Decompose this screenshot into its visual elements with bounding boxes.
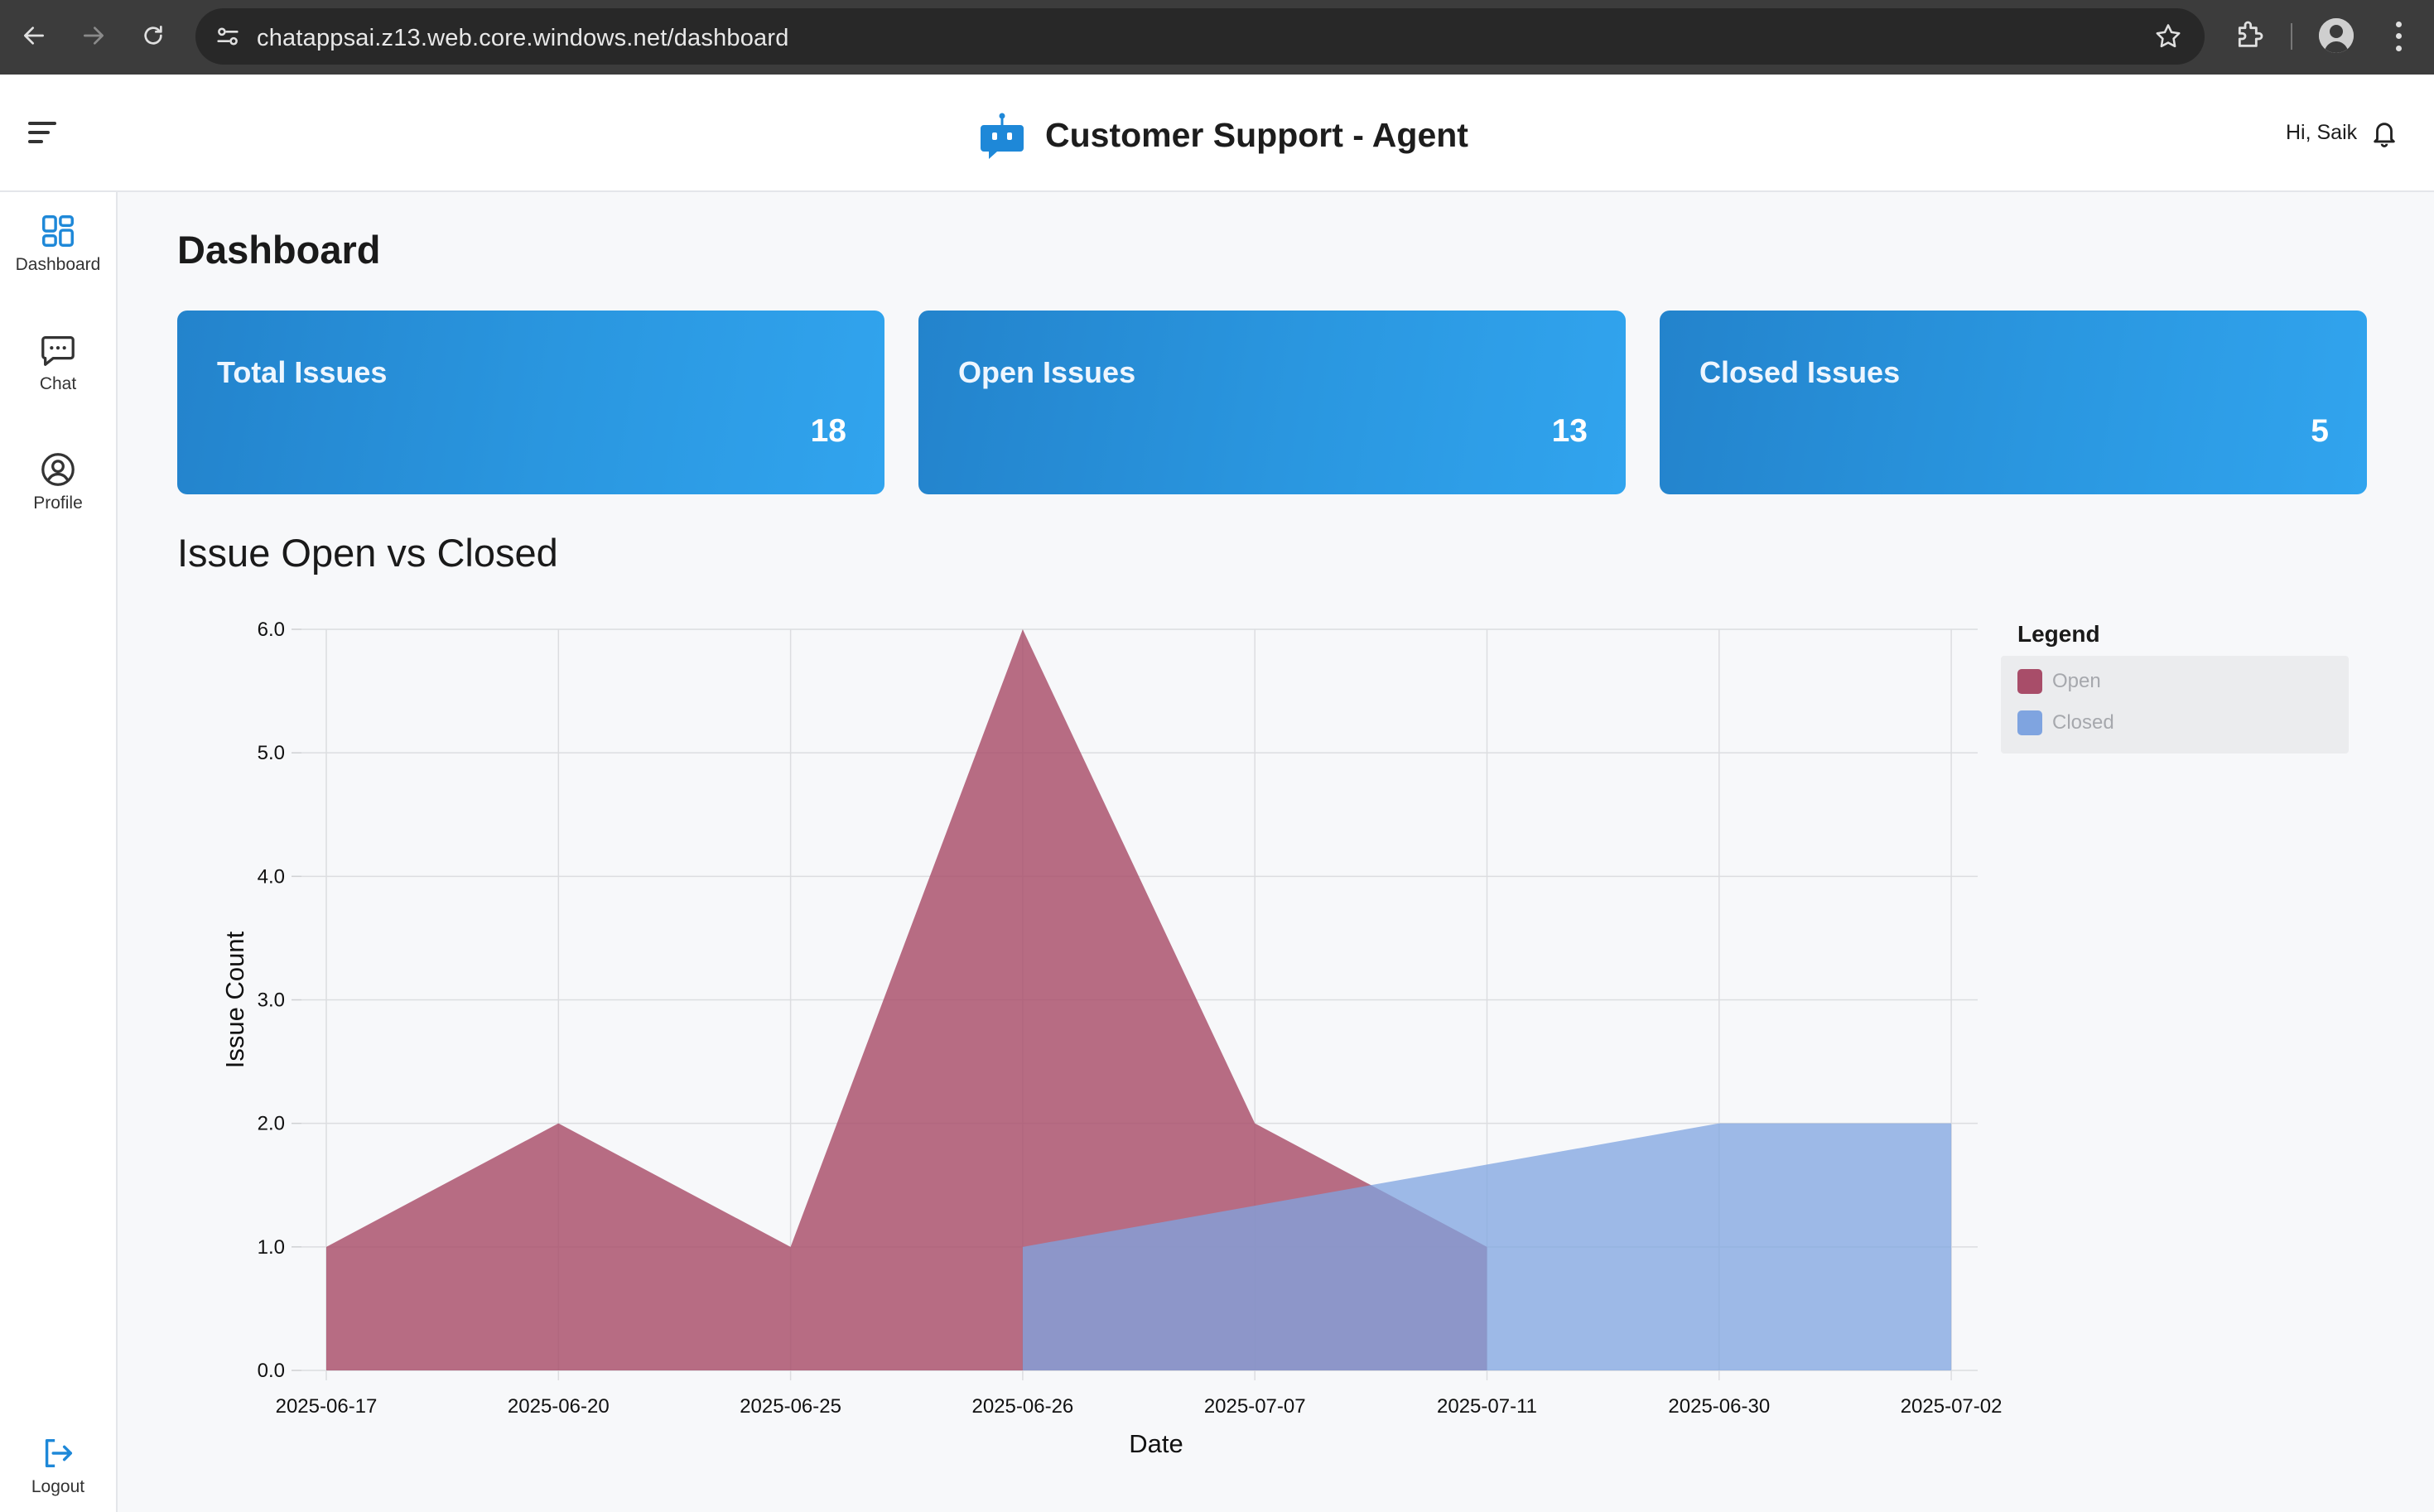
url-text[interactable]: chatappsai.z13.web.core.windows.net/dash… [257, 25, 789, 52]
forward-arrow-icon [84, 26, 104, 45]
app-header: Customer Support - Agent Hi, Saik [0, 75, 2434, 192]
profile-avatar[interactable] [2319, 18, 2354, 53]
issue-area-chart: 0.01.02.03.04.05.06.0 2025-06-17 2025-06-… [220, 619, 2003, 1458]
app-title: Customer Support - Agent [1045, 115, 1468, 154]
main-content: Dashboard Total Issues 18 Open Issues 13… [118, 192, 2434, 1512]
sidebar-item-profile[interactable]: Profile [0, 450, 116, 513]
notification-bell-icon[interactable] [2370, 118, 2398, 149]
site-settings-icon[interactable] [214, 22, 242, 51]
y-tick-label: 1.0 [258, 1236, 285, 1259]
menu-toggle-icon[interactable] [28, 120, 58, 145]
browser-menu-button[interactable] [2382, 18, 2415, 55]
legend-swatch-open [2017, 669, 2042, 694]
user-greeting: Hi, Saik [2286, 121, 2358, 144]
back-button[interactable] [15, 17, 53, 55]
extensions-puzzle-icon[interactable] [2233, 18, 2266, 51]
x-tick-label: 2025-06-25 [740, 1395, 841, 1418]
legend-item-closed[interactable]: Closed [2017, 710, 2114, 735]
bot-logo-icon [981, 113, 1024, 159]
x-axis-label: Date [1129, 1429, 1183, 1458]
x-tick-label: 2025-07-07 [1204, 1395, 1306, 1418]
x-tick-label: 2025-07-11 [1437, 1395, 1537, 1418]
legend-label: Open [2052, 670, 2101, 692]
legend-title: Legend [2017, 621, 2100, 647]
y-tick-label: 4.0 [258, 865, 285, 888]
y-tick-label: 2.0 [258, 1113, 285, 1135]
chat-icon [41, 336, 75, 366]
x-tick-label: 2025-07-02 [1901, 1395, 2003, 1418]
profile-icon [41, 453, 75, 486]
avatar-image-icon [2319, 18, 2354, 53]
sidebar-item-label: Profile [33, 494, 83, 513]
sidebar-item-dashboard[interactable]: Dashboard [0, 212, 116, 275]
y-tick-label: 6.0 [258, 619, 285, 641]
legend-swatch-closed [2017, 710, 2042, 735]
bookmark-star-icon[interactable] [2153, 22, 2183, 51]
x-axis-ticks: 2025-06-17 2025-06-20 2025-06-25 2025-06-26… [276, 1395, 2003, 1418]
sidebar-item-label: Chat [39, 374, 77, 393]
logout-label: Logout [31, 1477, 85, 1496]
sidebar-item-chat[interactable]: Chat [0, 331, 116, 394]
back-arrow-icon [24, 26, 44, 45]
legend-item-open[interactable]: Open [2017, 669, 2101, 694]
x-tick-label: 2025-06-17 [276, 1395, 378, 1418]
forward-button[interactable] [75, 17, 113, 55]
y-axis-ticks: 0.0 1.0 2.0 3.0 4.0 5.0 6.0 [258, 619, 285, 1382]
y-tick-label: 5.0 [258, 742, 285, 764]
x-tick-label: 2025-06-20 [508, 1395, 610, 1418]
logout-icon [45, 1438, 73, 1468]
x-tick-label: 2025-06-30 [1668, 1395, 1770, 1418]
logout-button[interactable]: Logout [0, 1434, 116, 1497]
reload-icon [144, 26, 162, 45]
x-tick-label: 2025-06-26 [972, 1395, 1074, 1418]
browser-toolbar: chatappsai.z13.web.core.windows.net/dash… [0, 0, 2434, 75]
y-tick-label: 3.0 [258, 990, 285, 1012]
y-tick-label: 0.0 [258, 1360, 285, 1382]
sidebar: Dashboard Chat Profile Logout [0, 192, 118, 1512]
toolbar-divider [2291, 23, 2292, 50]
reload-button[interactable] [134, 17, 172, 55]
legend-label: Closed [2052, 711, 2114, 734]
app-brand: Customer Support - Agent [981, 108, 1468, 162]
dashboard-icon [42, 215, 74, 247]
address-bar[interactable]: chatappsai.z13.web.core.windows.net/dash… [195, 8, 2205, 65]
y-axis-label: Issue Count [220, 931, 249, 1068]
sidebar-item-label: Dashboard [15, 255, 101, 274]
